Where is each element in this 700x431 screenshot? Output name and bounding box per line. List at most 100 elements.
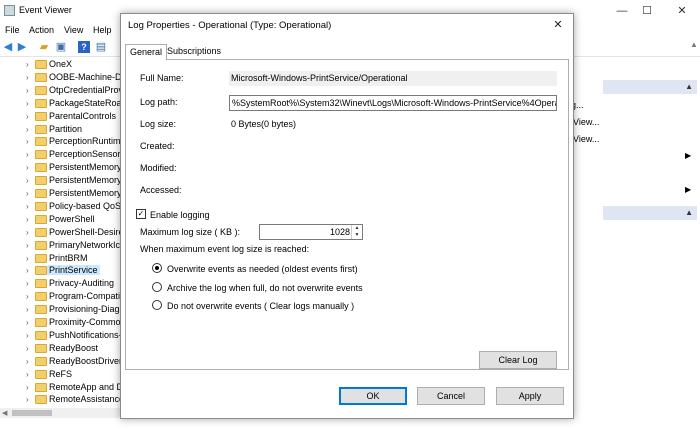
expand-arrow-icon[interactable]: › [26,161,34,174]
expand-arrow-icon[interactable]: › [26,97,34,110]
scroll-left-arrow-icon[interactable]: ◀ [2,409,7,417]
actions-header[interactable]: ▲ [603,206,697,220]
enable-logging-label[interactable]: Enable logging [150,210,210,220]
minimize-button[interactable]: — [610,2,634,20]
expand-arrow-icon[interactable]: › [26,123,34,136]
maximize-button[interactable]: ☐ [635,2,659,20]
archive-label[interactable]: Archive the log when full, do not overwr… [167,283,363,293]
action-item[interactable]: View... [573,117,599,127]
tree-item[interactable]: › OtpCredentialProvider [26,84,121,97]
collapse-arrow-icon[interactable]: ▲ [685,82,693,91]
up-folder-icon[interactable]: ▰ [38,41,50,53]
tree-item[interactable]: › PackageStateRoaming [26,97,121,110]
do-not-overwrite-label[interactable]: Do not overwrite events ( Clear logs man… [167,301,354,311]
tree-item[interactable]: › PushNotifications-Platform [26,329,121,342]
tree-item[interactable]: › ReadyBoost [26,342,121,355]
menu-file[interactable]: File [5,25,20,35]
expand-arrow-icon[interactable]: › [26,174,34,187]
expand-arrow-icon[interactable]: › [26,316,34,329]
expand-arrow-icon[interactable]: › [26,200,34,213]
expand-arrow-icon[interactable]: › [26,239,34,252]
menu-help[interactable]: Help [93,25,112,35]
expand-arrow-icon[interactable]: › [26,303,34,316]
tab-subscriptions[interactable]: Subscriptions [163,44,225,59]
tree-item[interactable]: › PrintBRM [26,252,121,265]
spin-up-icon[interactable]: ▲ [352,225,362,232]
overwrite-radio[interactable] [152,263,162,273]
back-arrow-icon[interactable]: ◀ [2,41,14,53]
folder-icon [35,60,47,69]
scroll-up-arrow-icon[interactable]: ▲ [690,40,699,54]
expand-arrow-icon[interactable]: › [26,187,34,200]
tree-item[interactable]: › Policy-based QoS [26,200,121,213]
expand-arrow-icon[interactable]: › [26,84,34,97]
help-icon[interactable]: ? [78,41,90,53]
tree-item[interactable]: › Program-Compatibility-Assistant [26,290,121,303]
expand-arrow-icon[interactable]: › [26,342,34,355]
tree-item[interactable]: › ParentalControls [26,110,121,123]
tree-item[interactable]: › PowerShell [26,213,121,226]
tree-item[interactable]: › Proximity-Common [26,316,121,329]
tree-item[interactable]: › PerceptionRuntime [26,135,121,148]
tree-item[interactable]: › PrintService [26,264,121,277]
tree-item[interactable]: › Partition [26,123,121,136]
dialog-close-button[interactable]: ✕ [549,16,567,34]
tree-item[interactable]: › RemoteAssistance [26,393,121,406]
tree-item[interactable]: › OneX [26,58,121,71]
collapse-arrow-icon[interactable]: ▲ [685,208,693,217]
expand-arrow-icon[interactable]: › [26,329,34,342]
tree-item[interactable]: › Provisioning-Diagnostics [26,303,121,316]
expand-arrow-icon[interactable]: › [26,264,34,277]
close-button[interactable]: ✕ [670,2,694,20]
menu-view[interactable]: View [64,25,83,35]
expand-arrow-icon[interactable]: › [26,226,34,239]
expand-arrow-icon[interactable]: › [26,71,34,84]
tree-item[interactable]: › ReadyBoostDriver [26,355,121,368]
submenu-arrow-icon[interactable]: ▶ [685,151,691,160]
tab-general[interactable]: General [125,44,168,60]
expand-arrow-icon[interactable]: › [26,148,34,161]
actions-header[interactable]: ▲ [603,80,697,94]
expand-arrow-icon[interactable]: › [26,290,34,303]
scroll-thumb[interactable] [12,410,52,416]
tree-item[interactable]: › PersistentMemory-PmemDisk [26,174,121,187]
expand-arrow-icon[interactable]: › [26,368,34,381]
spin-down-icon[interactable]: ▼ [352,232,362,239]
show-pane-icon[interactable]: ▣ [55,41,67,53]
expand-arrow-icon[interactable]: › [26,213,34,226]
menu-action[interactable]: Action [29,25,54,35]
max-size-spinner[interactable]: 1028 ▲ ▼ [259,224,363,240]
expand-arrow-icon[interactable]: › [26,135,34,148]
archive-radio[interactable] [152,282,162,292]
forward-arrow-icon[interactable]: ▶ [16,41,28,53]
expand-arrow-icon[interactable]: › [26,252,34,265]
expand-arrow-icon[interactable]: › [26,381,34,394]
submenu-arrow-icon[interactable]: ▶ [685,185,691,194]
tree-item[interactable]: › PerceptionSensorDataService [26,148,121,161]
tree-item[interactable]: › PowerShell-DesiredStateConfiguration [26,226,121,239]
tree-item[interactable]: › ReFS [26,368,121,381]
tree-item[interactable]: › OOBE-Machine-DUI [26,71,121,84]
action-item[interactable]: View... [573,134,599,144]
tree-item[interactable]: › PrimaryNetworkIcon [26,239,121,252]
expand-arrow-icon[interactable]: › [26,277,34,290]
expand-arrow-icon[interactable]: › [26,110,34,123]
properties-icon[interactable]: ▤ [95,41,107,53]
expand-arrow-icon[interactable]: › [26,58,34,71]
tree-item[interactable]: › Privacy-Auditing [26,277,121,290]
overwrite-label[interactable]: Overwrite events as needed (oldest event… [167,264,358,274]
clear-log-button[interactable]: Clear Log [479,351,557,369]
tree-item[interactable]: › PersistentMemory-Nvdimm [26,161,121,174]
expand-arrow-icon[interactable]: › [26,355,34,368]
apply-button[interactable]: Apply [496,387,564,405]
ok-button[interactable]: OK [339,387,407,405]
cancel-button[interactable]: Cancel [417,387,485,405]
tree-item[interactable]: › PersistentMemory-ScmBus [26,187,121,200]
expand-arrow-icon[interactable]: › [26,393,34,406]
log-path-field[interactable]: %SystemRoot%\System32\Winevt\Logs\Micros… [229,95,557,111]
max-size-value[interactable]: 1028 [330,227,350,237]
do-not-overwrite-radio[interactable] [152,300,162,310]
tree-horizontal-scrollbar[interactable]: ◀ [0,408,121,418]
enable-logging-checkbox[interactable]: ✓ [136,209,146,219]
tree-item[interactable]: › RemoteApp and Desktop Connections [26,381,121,394]
